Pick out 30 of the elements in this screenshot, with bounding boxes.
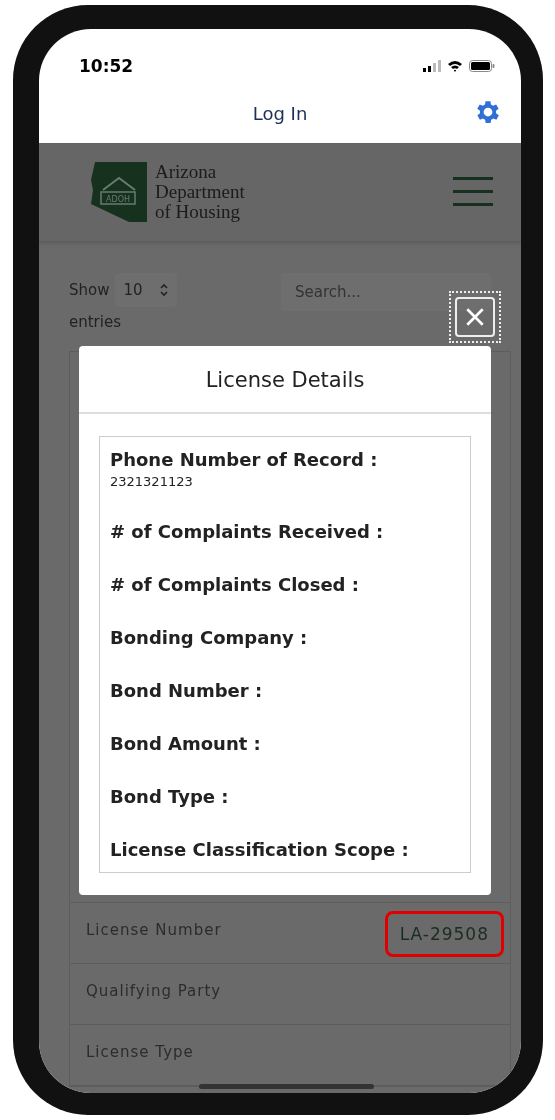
field-label: # of Complaints Received : xyxy=(110,521,385,542)
entries-label: entries xyxy=(69,313,122,331)
status-time: 10:52 xyxy=(79,56,135,76)
search-field[interactable]: Search... xyxy=(281,273,491,311)
menu-icon[interactable] xyxy=(453,176,493,208)
show-label: Show xyxy=(69,281,110,299)
field-label: License Classification Scope : xyxy=(110,839,410,860)
nav-title[interactable]: Log In xyxy=(252,102,308,124)
house-outline-icon xyxy=(100,176,136,205)
logo-text: of Housing xyxy=(155,202,240,222)
field-label: # of Complaints Closed : xyxy=(110,574,360,595)
field-label: Bond Number : xyxy=(110,680,264,701)
license-number-value: LA-29508 xyxy=(384,911,504,957)
signal-icon xyxy=(423,60,441,72)
row-label: Qualifying Party xyxy=(86,982,222,1002)
logo-text: Arizona xyxy=(155,162,218,182)
battery-icon xyxy=(469,60,495,72)
row-label: License Type xyxy=(86,1043,194,1063)
field-value: 2321321123 xyxy=(110,474,194,489)
row-label: License Number xyxy=(86,921,222,941)
modal-title: License Details xyxy=(79,346,491,414)
chevron-updown-icon xyxy=(158,283,169,297)
field-label: Phone Number of Record : xyxy=(110,449,379,470)
field-label: Bonding Company : xyxy=(110,627,309,648)
field-label: Bond Amount : xyxy=(110,733,262,754)
logo-text: Department xyxy=(155,182,245,202)
wifi-icon xyxy=(447,60,463,72)
logo-text: ADOH xyxy=(106,194,130,204)
field-label: Bond Type : xyxy=(110,786,230,807)
close-button[interactable] xyxy=(449,291,501,343)
